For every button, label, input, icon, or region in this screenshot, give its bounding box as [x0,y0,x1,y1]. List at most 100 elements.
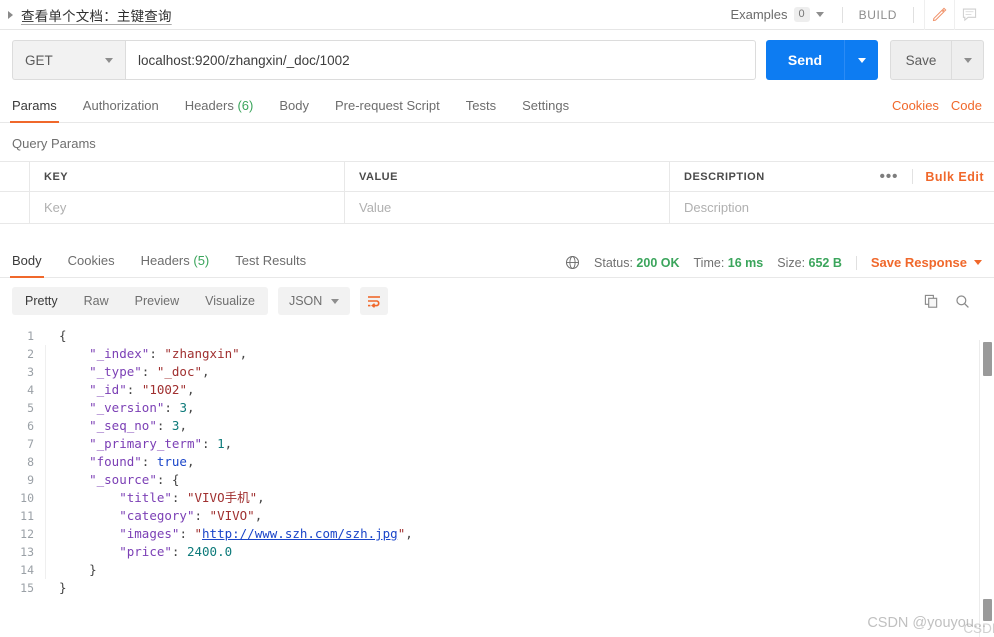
copy-icon[interactable] [924,294,939,309]
time-indicator: Time: 16 ms [694,256,764,270]
triangle-right-icon[interactable] [8,10,13,19]
cookies-link[interactable]: Cookies [892,98,939,113]
code-token: "_id" [89,382,127,397]
watermark-primary-text: CSDN @youyou... [867,615,986,631]
response-scrollbar[interactable] [979,340,994,637]
code-token: "category" [119,508,195,523]
tab-label: Tests [465,98,497,113]
response-format-value: JSON [288,294,323,308]
response-tab-body[interactable]: Body [10,253,44,278]
code-line-row: 9 "_source": { [0,471,994,489]
code-token: , [239,346,248,361]
request-url-input[interactable]: localhost:9200/zhangxin/_doc/1002 [125,40,756,80]
send-button[interactable]: Send [766,40,844,80]
more-options-icon[interactable]: ••• [866,168,913,185]
code-line-row: 8 "found": true, [0,453,994,471]
code-token: } [59,562,97,577]
response-tab-headers[interactable]: Headers (5) [141,253,210,277]
http-method-select[interactable]: GET [12,40,125,80]
response-tab-cookies[interactable]: Cookies [68,253,115,277]
tab-label: Headers [140,253,190,268]
code-token: "_version" [89,400,165,415]
code-token: } [59,580,67,595]
response-body-code[interactable]: 1{2 "_index": "zhangxin", 3 "_type": "_do… [0,323,994,597]
chevron-down-icon [815,12,824,17]
save-button[interactable]: Save [890,40,951,80]
tab-authorization[interactable]: Authorization [83,98,159,122]
time-value: 16 ms [727,255,764,270]
tab-settings[interactable]: Settings [522,98,569,122]
save-response-chevron-down-icon[interactable] [974,260,982,265]
tab-params[interactable]: Params [10,98,59,123]
view-mode-raw[interactable]: Raw [71,287,122,315]
code-token: "_doc" [156,364,203,379]
chevron-down-icon [105,57,113,63]
chevron-down-icon [331,298,340,304]
tab-tests[interactable]: Tests [466,98,496,122]
code-link[interactable]: Code [951,98,982,113]
globe-icon[interactable] [565,255,580,270]
response-format-select[interactable]: JSON [277,287,351,315]
table-header-row: KEY VALUE DESCRIPTION ••• Bulk Edit [0,162,994,192]
build-button[interactable]: BUILD [853,8,903,22]
send-options-button[interactable] [844,40,878,80]
request-url-value: localhost:9200/zhangxin/_doc/1002 [138,52,350,68]
word-wrap-button[interactable] [360,287,389,315]
divider [913,6,914,23]
status-value: 200 OK [636,255,680,270]
line-number: 1 [27,329,34,343]
search-icon[interactable] [955,294,970,309]
scrollbar-thumb[interactable] [983,342,992,376]
view-mode-visualize[interactable]: Visualize [192,287,268,315]
size-value: 652 B [808,255,842,270]
code-token: " [194,526,203,541]
code-link[interactable]: http://www.szh.com/szh.jpg [202,526,398,541]
request-url-bar: GET localhost:9200/zhangxin/_doc/1002 Se… [0,30,994,90]
comment-button[interactable] [954,0,984,30]
code-line-content: } [45,561,994,579]
save-options-button[interactable] [951,40,984,80]
csdn-watermark: CSDN @youyou... CSDN@中E4234 [867,615,994,636]
code-line-row: 13 "price": 2400.0 [0,543,994,561]
tab-count: (5) [193,253,210,268]
view-mode-preview[interactable]: Preview [122,287,192,315]
title-bar-actions: Examples 0 BUILD [722,0,984,30]
code-token: , [179,418,187,433]
param-key-input[interactable]: Key [30,192,345,223]
view-mode-pretty[interactable]: Pretty [12,287,71,315]
tab-label: Body [279,98,309,113]
examples-count-badge: 0 [793,7,810,22]
code-line-row: 2 "_index": "zhangxin", [0,345,994,363]
code-token: : { [156,472,180,487]
tab-label: Headers [184,98,234,113]
table-row: Key Value Description [0,192,994,224]
tab-label: Params [12,98,57,113]
param-description-input[interactable]: Description [670,192,994,223]
save-response-button[interactable]: Save Response [871,255,967,270]
tab-pre-request-script[interactable]: Pre-request Script [335,98,440,122]
code-line-content: "_source": { [45,471,994,489]
line-number: 2 [27,347,34,361]
tab-label: Test Results [235,253,307,268]
bulk-edit-link[interactable]: Bulk Edit [913,170,994,184]
tab-count: (6) [237,98,254,113]
tab-body[interactable]: Body [279,98,309,122]
code-token: , [202,364,210,379]
tab-headers[interactable]: Headers (6) [185,98,254,122]
code-token: : [126,382,142,397]
scrollbar-bottom-marker[interactable] [983,599,992,621]
code-token: : [156,418,172,433]
row-checkbox-cell[interactable] [0,192,30,223]
response-tab-test-results[interactable]: Test Results [235,253,306,277]
examples-dropdown[interactable]: Examples 0 [722,7,831,22]
edit-button[interactable] [924,0,954,30]
code-token: : [179,526,195,541]
param-value-input[interactable]: Value [345,192,670,223]
code-token: : [171,490,187,505]
